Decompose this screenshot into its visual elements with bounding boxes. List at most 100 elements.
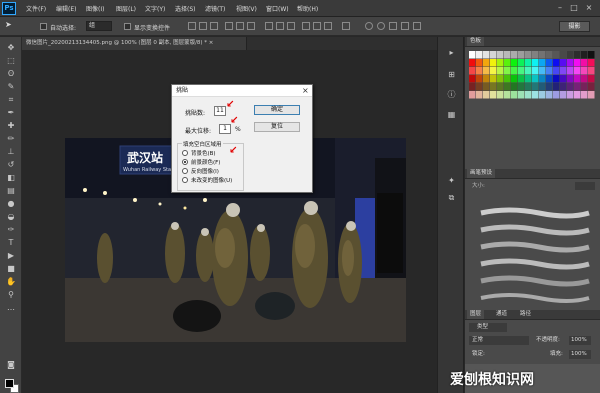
radio-unaltered-image[interactable] [182,177,188,183]
opacity-field[interactable]: 100% [569,336,591,345]
swatch-cell[interactable] [476,91,483,99]
swatch-cell[interactable] [532,59,539,67]
tab-layers[interactable]: 图层 [467,310,485,319]
document-tab[interactable]: 微信图片_20200213134405.png @ 100% (图层 0 副本,… [22,37,247,50]
swatch-cell[interactable] [518,67,525,75]
move-tool-icon[interactable]: ✥ [5,43,17,53]
swatch-cell[interactable] [581,91,588,99]
swatch-cell[interactable] [504,75,511,83]
swatch-cell[interactable] [574,67,581,75]
swatch-cell[interactable] [539,83,546,91]
swatch-cell[interactable] [469,59,476,67]
option-inverse-image[interactable]: 反向图像(I) [191,167,219,175]
tab-swatches[interactable]: 色板 [467,37,485,46]
swatch-cell[interactable] [497,75,504,83]
swatch-cell[interactable] [546,51,553,59]
align-bottom-icon[interactable] [210,22,218,30]
swatch-cell[interactable] [574,51,581,59]
swatch-cell[interactable] [546,67,553,75]
blur-tool-icon[interactable]: ● [5,199,17,209]
fill-field[interactable]: 100% [569,350,591,359]
swatch-cell[interactable] [511,59,518,67]
swatch-cell[interactable] [525,75,532,83]
swatch-cell[interactable] [476,51,483,59]
swatch-cell[interactable] [518,91,525,99]
swatch-cell[interactable] [490,75,497,83]
swatch-cell[interactable] [539,91,546,99]
tab-paths[interactable]: 路径 [517,310,534,319]
brush-tool-icon[interactable]: ✏ [5,134,17,144]
more-tools-icon[interactable]: … [5,303,17,313]
maximize-button[interactable]: □ [569,3,579,13]
swatch-cell[interactable] [560,83,567,91]
distribute-top-icon[interactable] [265,22,273,30]
swatch-cell[interactable] [546,75,553,83]
swatch-cell[interactable] [553,67,560,75]
ok-button[interactable]: 确定 [254,105,300,115]
swatch-cell[interactable] [532,67,539,75]
swatch-cell[interactable] [581,59,588,67]
workspace-button[interactable]: 摄影 [559,21,590,32]
swatch-cell[interactable] [511,75,518,83]
radius-input[interactable]: 11 [214,106,226,116]
swatch-cell[interactable] [581,51,588,59]
option-unaltered-image[interactable]: 未改变的图像(U) [191,176,232,184]
3d-scale-icon[interactable] [413,22,421,30]
radio-foreground-color[interactable] [182,159,188,165]
menu-window[interactable]: 窗口(W) [266,4,289,13]
3d-slide-icon[interactable] [401,22,409,30]
properties-icon[interactable]: ⊞ [446,69,457,80]
swatch-cell[interactable] [511,91,518,99]
eyedropper-tool-icon[interactable]: ✒ [5,108,17,118]
marquee-tool-icon[interactable]: ⬚ [5,56,17,66]
swatch-cell[interactable] [476,67,483,75]
swatch-cell[interactable] [553,83,560,91]
auto-select-checkbox[interactable] [40,23,47,30]
swatch-cell[interactable] [483,75,490,83]
3d-drag-icon[interactable] [389,22,397,30]
distribute-right-icon[interactable] [324,22,332,30]
swatch-cell[interactable] [525,67,532,75]
layer-kind-filter[interactable]: 类型 [469,323,507,332]
swatch-cell[interactable] [476,83,483,91]
swatch-cell[interactable] [511,83,518,91]
swatch-cell[interactable] [546,59,553,67]
swatch-cell[interactable] [546,91,553,99]
swatch-cell[interactable] [518,51,525,59]
swatch-cell[interactable] [560,75,567,83]
swatch-cell[interactable] [483,91,490,99]
swatch-cell[interactable] [574,75,581,83]
rectangle-tool-icon[interactable]: ■ [5,264,17,274]
swatch-cell[interactable] [581,83,588,91]
minimize-button[interactable]: – [555,3,565,13]
swatch-cell[interactable] [518,83,525,91]
swatch-cell[interactable] [574,91,581,99]
swatch-cell[interactable] [525,91,532,99]
swatch-cell[interactable] [469,51,476,59]
swatch-cell[interactable] [518,75,525,83]
swatch-cell[interactable] [588,59,595,67]
menu-type[interactable]: 文字(Y) [145,4,165,13]
swatch-cell[interactable] [525,59,532,67]
swatch-cell[interactable] [560,51,567,59]
swatch-cell[interactable] [525,51,532,59]
swatch-cell[interactable] [469,67,476,75]
swatch-cell[interactable] [574,83,581,91]
swatch-cell[interactable] [497,59,504,67]
align-center-icon[interactable] [236,22,244,30]
distribute-center-icon[interactable] [313,22,321,30]
3d-mode-icon[interactable] [365,22,373,30]
brush-presets-list[interactable] [469,205,595,305]
brush-icon[interactable]: ✦ [446,175,457,186]
distribute-middle-icon[interactable] [276,22,284,30]
swatch-cell[interactable] [574,59,581,67]
swatch-cell[interactable] [511,67,518,75]
auto-select-dropdown[interactable]: 组 [86,21,112,31]
swatch-cell[interactable] [588,67,595,75]
swatch-cell[interactable] [567,51,574,59]
swatch-cell[interactable] [581,67,588,75]
libraries-icon[interactable]: ▦ [446,109,457,120]
swatch-cell[interactable] [469,83,476,91]
dodge-tool-icon[interactable]: ◒ [5,212,17,222]
swatch-cell[interactable] [567,59,574,67]
